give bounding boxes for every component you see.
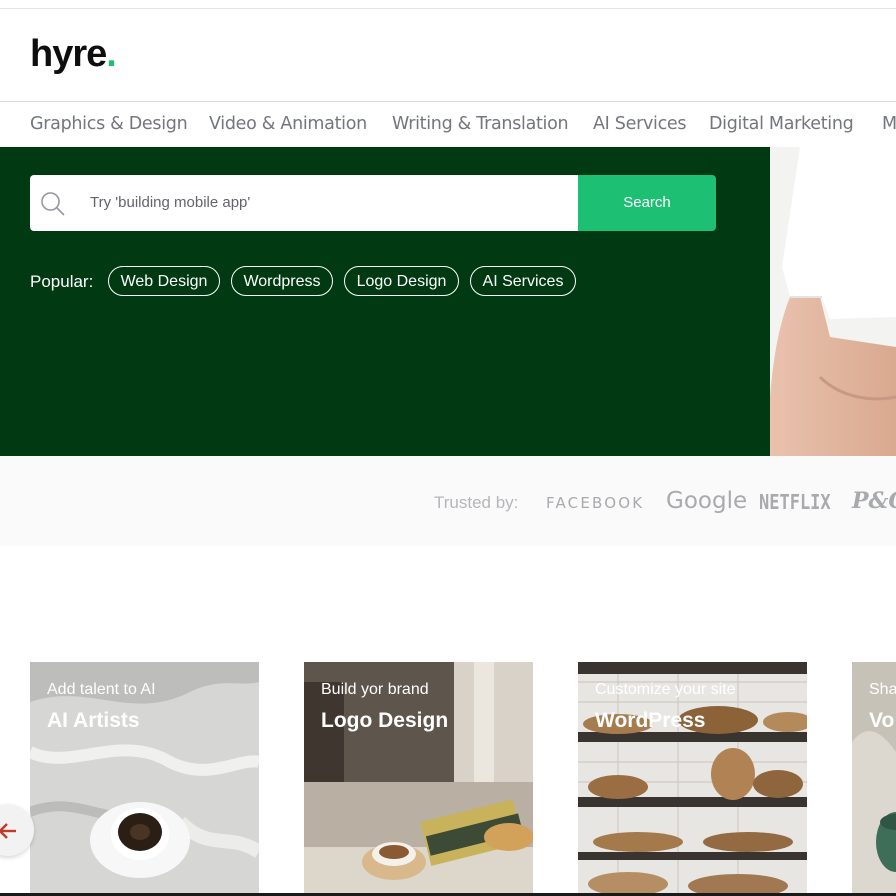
service-card-logo-design[interactable]: Build yor brand Logo Design — [304, 662, 533, 896]
card-title: Logo Design — [321, 709, 449, 732]
popular-tag-logo-design[interactable]: Logo Design — [344, 266, 459, 296]
top-border — [0, 0, 896, 9]
popular-tag-wordpress[interactable]: Wordpress — [231, 266, 333, 296]
card-subtitle: Build yor brand — [321, 681, 429, 698]
card-title: Vo — [869, 709, 895, 732]
category-video-animation[interactable]: Video & Animation — [209, 114, 367, 134]
search-button[interactable]: Search — [578, 175, 716, 231]
card-subtitle: Sha — [869, 681, 896, 698]
category-writing-translation[interactable]: Writing & Translation — [392, 114, 569, 134]
popular-tag-web-design[interactable]: Web Design — [108, 266, 220, 296]
card-subtitle: Customize your site — [595, 681, 736, 698]
popular-label: Popular: — [30, 272, 94, 291]
brand-google: Google — [666, 488, 748, 514]
service-card-partial[interactable]: Sha Vo — [852, 662, 896, 896]
hero-banner: Search Popular: Web Design Wordpress Log… — [0, 147, 896, 456]
service-card-wordpress[interactable]: Customize your site WordPress — [578, 662, 807, 896]
search-input[interactable] — [88, 193, 562, 212]
site-header: hyre. — [0, 9, 896, 102]
popular-tag-ai-services[interactable]: AI Services — [470, 266, 576, 296]
card-title: AI Artists — [47, 709, 140, 732]
brand-pg: P&G — [852, 488, 896, 514]
category-nav: Graphics & Design Video & Animation Writ… — [0, 102, 896, 147]
category-digital-marketing[interactable]: Digital Marketing — [709, 114, 854, 134]
card-title: WordPress — [595, 709, 706, 732]
carousel-prev-button[interactable] — [0, 804, 34, 856]
brand-facebook: FACEBOOK — [546, 494, 645, 512]
category-graphics-design[interactable]: Graphics & Design — [30, 114, 188, 134]
arrow-left-icon — [0, 823, 16, 839]
category-more[interactable]: M — [882, 114, 896, 134]
logo[interactable]: hyre. — [30, 33, 117, 76]
service-card-ai-artists[interactable]: Add talent to AI AI Artists — [30, 662, 259, 896]
brand-netflix: NETFLIX — [759, 490, 831, 514]
search-bar — [30, 175, 578, 231]
logo-text: hyre — [30, 33, 107, 75]
search-icon — [41, 192, 65, 216]
hero-person-image — [770, 147, 896, 456]
card-subtitle: Add talent to AI — [47, 681, 156, 698]
logo-dot: . — [106, 33, 117, 75]
trusted-label: Trusted by: — [434, 493, 519, 512]
trusted-by-bar: Trusted by: FACEBOOK Google NETFLIX P&G — [0, 456, 896, 546]
category-ai-services[interactable]: AI Services — [593, 114, 687, 134]
